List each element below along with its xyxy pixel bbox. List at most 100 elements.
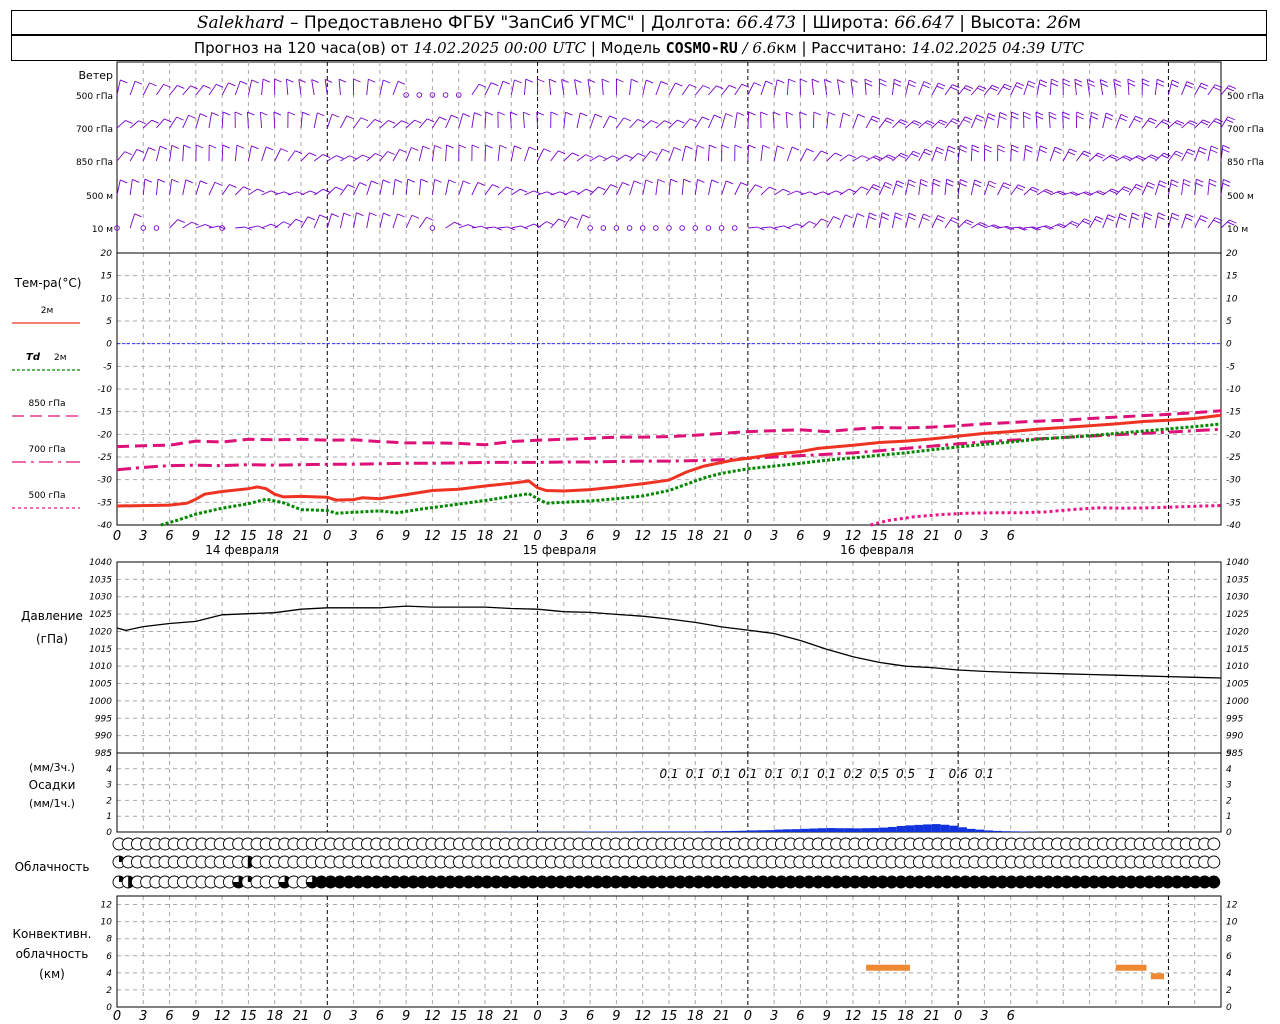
- y-tick-label-left: -15: [97, 408, 112, 418]
- wind-barb-staff: [353, 117, 362, 129]
- y-tick-label-right: -40: [1226, 521, 1241, 531]
- wind-barb-flag: [646, 79, 654, 84]
- wind-barb-flag: [1146, 185, 1154, 189]
- y-tick-label-right: 10: [1226, 294, 1238, 304]
- wind-barb-staff: [498, 226, 508, 229]
- wind-barb-staff: [550, 150, 559, 162]
- y-tick-label-right: 1020: [1226, 627, 1249, 637]
- y-tick-label-right: 0: [1226, 340, 1232, 350]
- wind-barb-staff: [156, 118, 165, 129]
- wind-barb-flag: [651, 120, 659, 124]
- wind-panel: Ветер 500 гПа 500 гПа 700 гПа 700 гПа 850 гПа…: [76, 61, 1264, 254]
- wind-barb-flag: [335, 186, 343, 191]
- x-tick-label: 9: [402, 1009, 410, 1024]
- y-tick-label-right: 0: [1226, 1003, 1232, 1013]
- wind-barb-flag: [401, 120, 409, 125]
- wind-level-right: 850 гПа: [1227, 158, 1264, 168]
- wind-barb-flag: [1189, 120, 1198, 125]
- wind-barb-flag: [1156, 82, 1164, 87]
- wind-barb-staff: [155, 179, 159, 196]
- wind-barb-flag: [1054, 146, 1063, 151]
- wind-barb-flag: [188, 114, 196, 119]
- wind-barb-flag: [599, 155, 607, 160]
- conv-bar: [892, 964, 910, 971]
- wind-barb-staff: [1089, 216, 1097, 229]
- x-tick-label: 12: [845, 529, 862, 544]
- wind-barb-staff: [707, 145, 710, 162]
- precip-bar: [704, 831, 713, 832]
- wind-barb-staff: [405, 215, 413, 229]
- wind-barb-flag: [894, 216, 902, 220]
- wind-barb-flag: [946, 178, 954, 183]
- wind-barb-flag: [374, 118, 382, 123]
- wind-barb-flag: [490, 82, 499, 87]
- wind-barb-flag: [1134, 186, 1142, 191]
- wind-barb-flag: [1184, 217, 1193, 221]
- precip-bar: [966, 828, 976, 832]
- wind-barb-flag: [870, 118, 879, 123]
- temperature-panel: 20 20 15 15 10 10 5 5 0 0 -5 -5 -10 -10 -15 -15 -20 -20 -2…: [12, 249, 1241, 557]
- wind-barb-staff: [471, 112, 475, 129]
- wind-level-right: 10 м: [1227, 225, 1248, 235]
- wind-barb-flag: [324, 79, 333, 83]
- wind-barb-staff: [905, 80, 910, 96]
- wind-barb-flag: [411, 214, 420, 219]
- wind-barb-staff: [576, 188, 587, 196]
- wind-barb-staff: [1154, 180, 1161, 196]
- wind-barb-staff: [760, 145, 764, 162]
- precip-bar: [870, 828, 880, 832]
- wind-barb-flag: [1213, 120, 1221, 125]
- precip-bar: [914, 824, 924, 832]
- wind-barb-flag: [1040, 145, 1048, 150]
- wind-barb-staff: [944, 217, 953, 229]
- wind-barb-staff: [313, 112, 318, 129]
- wind-barb-flag: [199, 113, 208, 118]
- wind-barb-flag: [1082, 220, 1090, 225]
- wind-barb-staff: [1207, 179, 1210, 196]
- x-tick-label: 3: [980, 1009, 988, 1024]
- wind-barb-flag: [295, 218, 304, 223]
- wind-barb-flag: [1222, 182, 1230, 187]
- wind-barb-flag: [1105, 112, 1114, 117]
- wind-barb-flag: [1096, 216, 1104, 220]
- wind-barb-staff: [1049, 79, 1052, 96]
- wind-barb-staff: [1167, 213, 1173, 229]
- wind-barb-staff: [655, 149, 663, 162]
- x-tick-label: 18: [477, 529, 494, 544]
- wind-barb-flag: [673, 146, 682, 151]
- wind-barb-staff: [313, 188, 324, 196]
- wind-barb-flag: [872, 115, 880, 120]
- wind-barb-flag: [987, 116, 995, 121]
- y-tick-label-left: -40: [97, 521, 112, 531]
- wind-barb-flag: [1186, 81, 1194, 86]
- cloud-circle: [1207, 837, 1221, 851]
- wind-barb-flag: [999, 115, 1007, 120]
- wind-barb-flag: [1186, 151, 1194, 156]
- wind-barb-staff: [839, 214, 846, 229]
- precip-3h-label: 0.6: [949, 767, 968, 781]
- wind-barb-flag: [716, 85, 724, 90]
- wind-barb-staff: [287, 150, 296, 162]
- wind-barb-flag: [729, 84, 737, 89]
- wind-barb-staff: [747, 184, 756, 196]
- wind-barb-flag: [1050, 82, 1059, 87]
- precip-bar: [835, 828, 845, 832]
- wind-barb-flag: [927, 120, 935, 125]
- wind-barb-flag: [1051, 78, 1059, 83]
- wind-level-left: 500 гПа: [76, 92, 113, 102]
- x-tick-label: 15: [871, 529, 888, 544]
- wind-barb-flag: [1120, 113, 1129, 118]
- y-tick-label-right: 5: [1226, 749, 1232, 759]
- wind-barb-flag: [936, 85, 944, 90]
- wind-barb-flag: [1208, 182, 1217, 187]
- precip-bar: [774, 829, 783, 832]
- wind-barb-staff: [602, 115, 611, 129]
- y-tick-label-left: 2: [106, 796, 112, 806]
- wind-barb-flag: [1011, 115, 1019, 120]
- wind-barb-staff: [694, 85, 704, 96]
- precip-bar: [739, 830, 748, 832]
- x-tick-label: 6: [165, 1009, 173, 1024]
- wind-barb-staff: [208, 84, 217, 96]
- x-tick-label: 18: [266, 1009, 283, 1024]
- wind-barb-staff: [1181, 81, 1188, 96]
